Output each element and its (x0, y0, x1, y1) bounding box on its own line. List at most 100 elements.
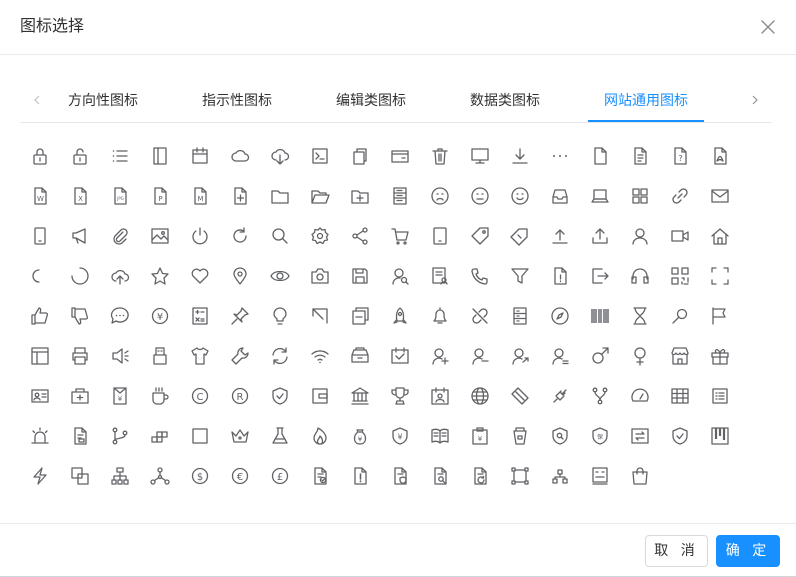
loading-icon[interactable] (60, 256, 100, 296)
document-search-icon[interactable] (420, 456, 460, 496)
inbox-icon[interactable] (540, 176, 580, 216)
lightning-icon[interactable] (20, 456, 60, 496)
unlink-icon[interactable] (460, 296, 500, 336)
message-icon[interactable] (700, 176, 740, 216)
copyright-icon[interactable]: C (180, 376, 220, 416)
dollar-coin-icon[interactable]: $ (180, 456, 220, 496)
unlock-icon[interactable] (60, 136, 100, 176)
wrench-icon[interactable] (220, 336, 260, 376)
save-icon[interactable] (340, 256, 380, 296)
phone-icon[interactable] (460, 256, 500, 296)
markdown-document-icon[interactable]: M (180, 176, 220, 216)
globe-icon[interactable] (460, 376, 500, 416)
gift-icon[interactable] (700, 336, 740, 376)
discount-icon[interactable] (500, 216, 540, 256)
yen-coin-icon[interactable]: ¥ (140, 296, 180, 336)
money-envelope-icon[interactable]: ¥ (100, 376, 140, 416)
tab-direction-icons[interactable]: 方向性图标 (68, 89, 138, 115)
usb-icon[interactable] (140, 336, 180, 376)
alarm-document-icon[interactable] (540, 256, 580, 296)
euro-coin-icon[interactable]: € (220, 456, 260, 496)
calculator-icon[interactable] (180, 296, 220, 336)
confirm-button[interactable]: 确 定 (716, 535, 780, 567)
mobile-phone-icon[interactable] (20, 216, 60, 256)
cup-icon[interactable] (500, 416, 540, 456)
table-icon[interactable] (660, 376, 700, 416)
copy-document-icon[interactable] (340, 136, 380, 176)
tablet-icon[interactable] (420, 216, 460, 256)
user-more-icon[interactable] (540, 336, 580, 376)
refresh-right-icon[interactable] (220, 216, 260, 256)
bank-icon[interactable] (340, 376, 380, 416)
top-left-arrow-icon[interactable] (300, 296, 340, 336)
magic-stick-icon[interactable] (660, 296, 700, 336)
excel-document-icon[interactable]: X (60, 176, 100, 216)
store-icon[interactable] (660, 336, 700, 376)
shopping-bag-icon[interactable] (620, 456, 660, 496)
menu-icon[interactable] (100, 136, 140, 176)
volume-icon[interactable] (100, 336, 140, 376)
full-screen-icon[interactable] (700, 256, 740, 296)
rocket-icon[interactable] (380, 296, 420, 336)
cloudy-icon[interactable] (220, 136, 260, 176)
id-card-icon[interactable] (20, 376, 60, 416)
document-shield-icon[interactable] (380, 456, 420, 496)
barcode-icon[interactable] (580, 296, 620, 336)
date-icon[interactable] (180, 136, 220, 176)
schedule-icon[interactable] (380, 336, 420, 376)
registered-icon[interactable]: R (220, 376, 260, 416)
lightbulb-icon[interactable] (260, 296, 300, 336)
wallet-icon[interactable] (380, 136, 420, 176)
merge-squares-icon[interactable] (60, 456, 100, 496)
blocks-icon[interactable] (140, 416, 180, 456)
siren-icon[interactable] (20, 416, 60, 456)
clipboard-money-icon[interactable]: ¥ (460, 416, 500, 456)
download-icon[interactable] (500, 136, 540, 176)
wifi-icon[interactable] (300, 336, 340, 376)
share-icon[interactable] (340, 216, 380, 256)
layout-icon[interactable] (20, 336, 60, 376)
lock-icon[interactable] (20, 136, 60, 176)
female-icon[interactable] (620, 336, 660, 376)
first-aid-icon[interactable] (60, 376, 100, 416)
word-document-icon[interactable]: W (20, 176, 60, 216)
flag-icon[interactable] (700, 296, 740, 336)
user-icon[interactable] (620, 216, 660, 256)
server-icon[interactable] (500, 296, 540, 336)
fork-icon[interactable] (580, 376, 620, 416)
upload-cloud-icon[interactable] (100, 256, 140, 296)
document-approve-icon[interactable] (300, 456, 340, 496)
upload-icon[interactable] (580, 216, 620, 256)
org-chart-icon[interactable] (100, 456, 140, 496)
list-icon[interactable] (700, 376, 740, 416)
ai-screen-icon[interactable] (580, 456, 620, 496)
thumbs-up-icon[interactable] (20, 296, 60, 336)
yen-bag-icon[interactable]: ¥ (340, 416, 380, 456)
megaphone-icon[interactable] (60, 216, 100, 256)
headset-icon[interactable] (620, 256, 660, 296)
shield-check-icon[interactable] (260, 376, 300, 416)
chevron-right-icon[interactable] (748, 91, 762, 109)
search-icon[interactable] (260, 216, 300, 256)
yen-shield-icon[interactable]: ¥ (380, 416, 420, 456)
laptop-icon[interactable] (580, 176, 620, 216)
remove-user-icon[interactable] (460, 336, 500, 376)
price-tag-icon[interactable] (460, 216, 500, 256)
shopping-cart-icon[interactable] (380, 216, 420, 256)
shield-search-icon[interactable] (540, 416, 580, 456)
folder-opened-icon[interactable] (300, 176, 340, 216)
selection-icon[interactable] (500, 456, 540, 496)
filter-icon[interactable] (500, 256, 540, 296)
heart-icon[interactable] (180, 256, 220, 296)
camera-icon[interactable] (300, 256, 340, 296)
compass-icon[interactable] (540, 296, 580, 336)
minimize-icon[interactable] (340, 296, 380, 336)
user-share-icon[interactable] (500, 336, 540, 376)
coffee-icon[interactable] (140, 376, 180, 416)
jpg-document-icon[interactable]: JPG (100, 176, 140, 216)
plug-icon[interactable] (540, 376, 580, 416)
location-icon[interactable] (220, 256, 260, 296)
exit-icon[interactable] (580, 256, 620, 296)
tab-indicator-icons[interactable]: 指示性图标 (202, 89, 272, 115)
picture-icon[interactable] (140, 216, 180, 256)
